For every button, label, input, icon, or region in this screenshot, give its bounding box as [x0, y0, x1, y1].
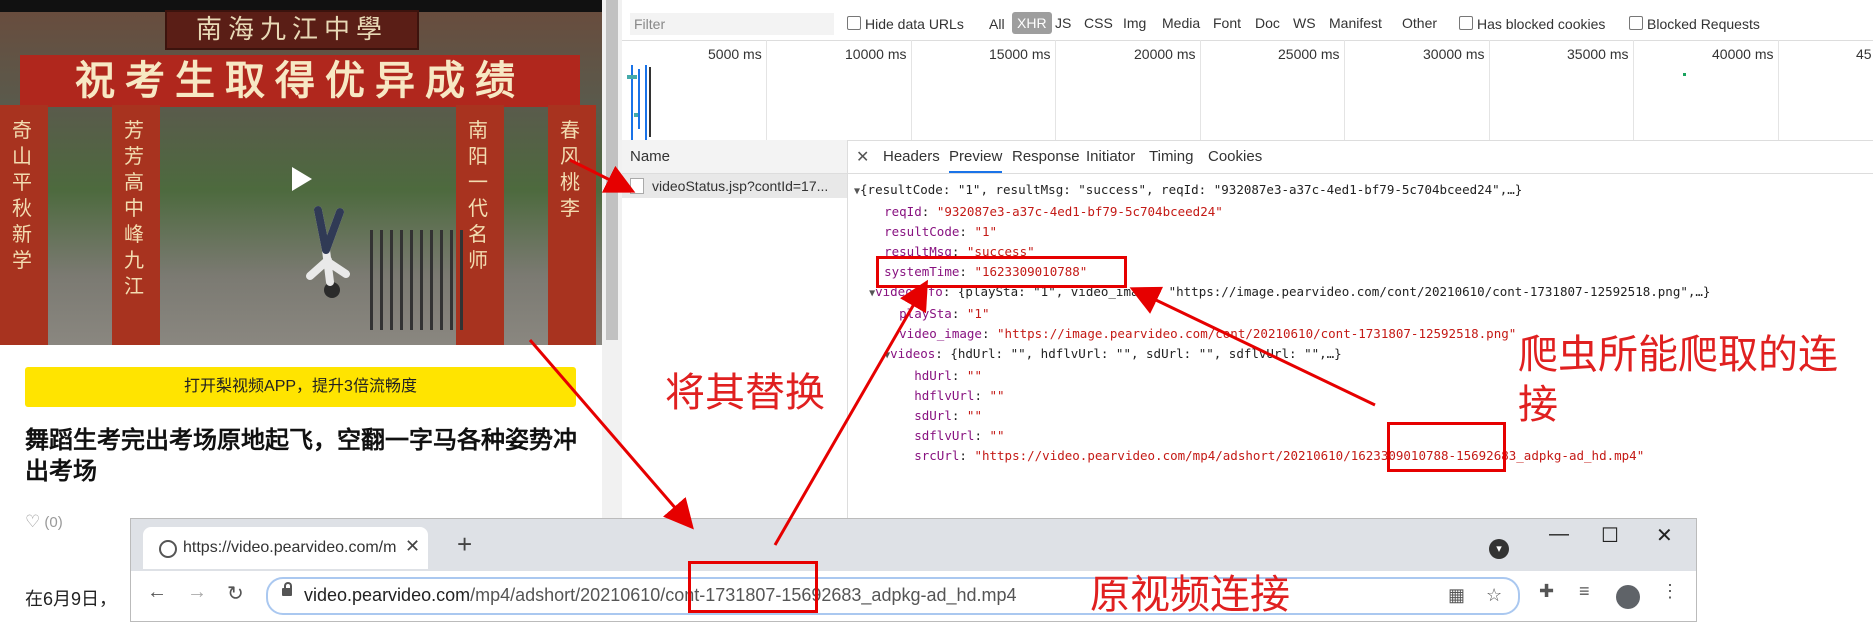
annotation-arrows — [528, 158, 1376, 546]
